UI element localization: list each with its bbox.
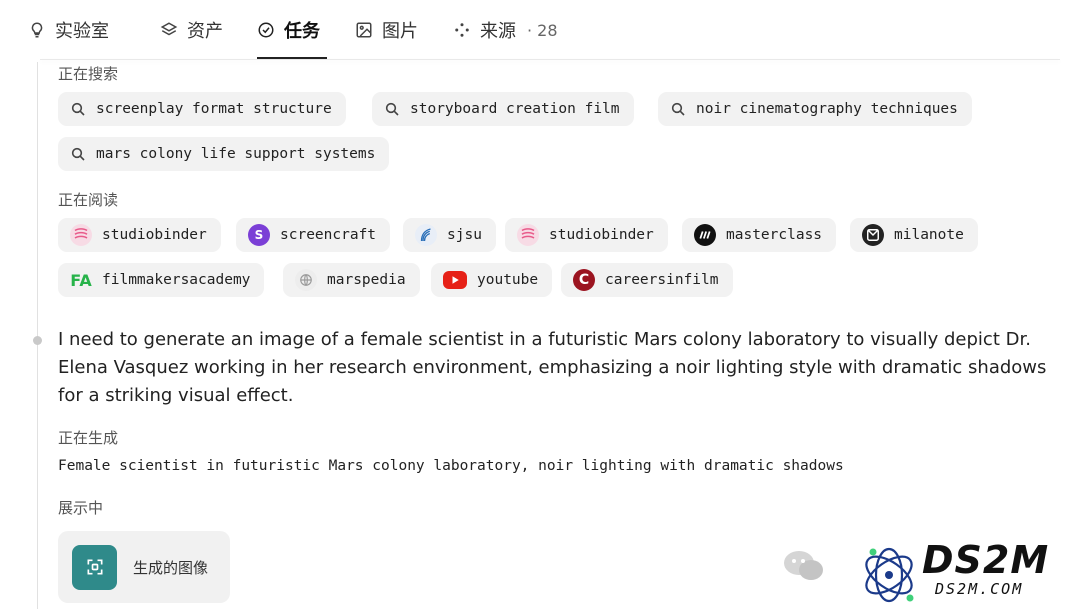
generation-prompt: Female scientist in futuristic Mars colo… [58,458,844,474]
search-query-text: screenplay format structure [96,101,332,117]
source-name: milanote [894,227,964,243]
tab-label: 实验室 [55,21,109,42]
youtube-icon [443,271,467,289]
source-chip[interactable]: C careersinfilm [561,263,733,297]
tab-label: 来源 [480,21,516,42]
watermark-subtitle: DS2M.COM [935,580,1024,598]
tab-label: 图片 [382,21,418,42]
studiobinder-icon [70,224,92,246]
search-query-chip[interactable]: screenplay format structure [58,92,346,126]
studiobinder-icon [517,224,539,246]
searching-label: 正在搜索 [58,65,119,83]
header-divider [40,59,1060,60]
generated-image-card[interactable]: 生成的图像 [58,531,230,603]
source-chip[interactable]: sjsu [403,218,496,252]
source-chip[interactable]: youtube [431,263,553,297]
source-chip[interactable]: masterclass [682,218,837,252]
search-query-chip[interactable]: noir cinematography techniques [658,92,972,126]
reading-label: 正在阅读 [58,191,119,209]
timeline-dot [33,336,42,345]
tab-label: 任务 [284,21,320,42]
search-icon [71,147,85,161]
search-query-text: mars colony life support systems [96,146,376,162]
source-name: marspedia [327,272,406,288]
search-query-chip[interactable]: storyboard creation film [372,92,634,126]
source-chip[interactable]: milanote [850,218,978,252]
search-query-text: storyboard creation film [410,101,620,117]
careersinfilm-icon: C [573,269,595,291]
source-chip[interactable]: S screencraft [236,218,391,252]
source-chip[interactable]: FA filmmakersacademy [58,263,265,297]
tab-lab[interactable]: 实验室 [28,0,109,60]
tab-sources[interactable]: 来源 · 28 [453,0,558,60]
screencraft-icon: S [248,224,270,246]
image-icon [72,544,117,590]
search-query-chip[interactable]: mars colony life support systems [58,137,390,171]
image-icon [356,22,372,38]
assistant-message: I need to generate an image of a female … [58,329,1047,406]
globe-icon [295,269,317,291]
source-chip[interactable]: studiobinder [58,218,221,252]
source-name: careersinfilm [605,272,719,288]
source-name: screencraft [280,227,377,243]
tab-assets[interactable]: 资产 [160,0,223,60]
source-name: studiobinder [102,227,207,243]
source-name: studiobinder [549,227,654,243]
top-tab-bar: 实验室 资产 任务 图片 来源 · 28 [0,0,1080,60]
source-name: masterclass [726,227,823,243]
generating-label: 正在生成 [58,429,119,447]
generated-image-label: 生成的图像 [133,558,209,577]
source-name: sjsu [447,227,482,243]
search-icon [71,102,85,116]
source-chip[interactable]: studiobinder [505,218,668,252]
source-chip[interactable]: marspedia [283,263,420,297]
source-name: youtube [477,272,539,288]
lightbulb-icon [31,22,43,38]
search-icon [385,102,399,116]
tab-label: 资产 [187,21,223,42]
sjsu-icon [415,224,437,246]
sources-count: · 28 [527,20,558,40]
layers-icon [160,22,178,36]
showing-label: 展示中 [58,499,104,517]
watermark-title: DS2M [922,538,1050,582]
wechat-icon [784,551,823,580]
tab-tasks[interactable]: 任务 [257,0,320,60]
search-icon [671,102,685,116]
masterclass-icon [694,224,716,246]
sources-icon [455,23,469,37]
milanote-icon [862,224,884,246]
tab-images[interactable]: 图片 [355,0,418,60]
source-name: filmmakersacademy [102,272,251,288]
check-circle-icon [258,22,274,38]
search-query-text: noir cinematography techniques [696,101,958,117]
filmmakersacademy-icon: FA [70,270,92,290]
